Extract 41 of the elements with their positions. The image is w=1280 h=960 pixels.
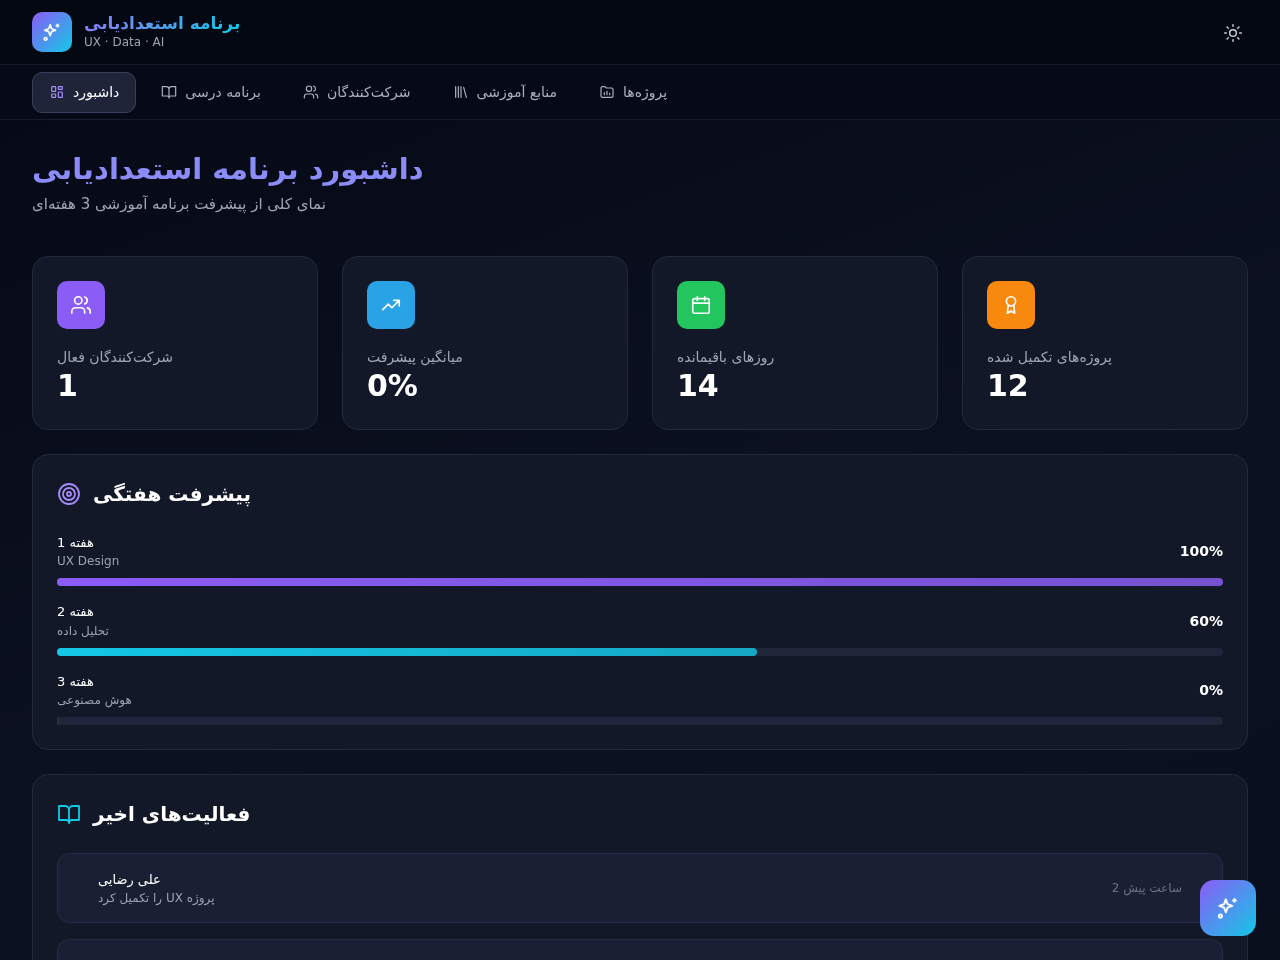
stat-value: 0% — [367, 367, 419, 404]
books-icon — [452, 84, 469, 100]
percent-label: 60% — [1189, 611, 1223, 631]
stat-label: پروژه‌های تکمیل شده — [987, 347, 1113, 368]
nav-tab[interactable]: منابع آموزشی — [435, 71, 575, 113]
week-label: هفته 2 — [57, 603, 95, 622]
stat-value: 12 — [987, 367, 1030, 404]
percent-label: 100% — [1179, 542, 1223, 562]
activity-name: علی رضایی — [98, 870, 162, 890]
week-label: هفته 1 — [57, 533, 95, 552]
stat-label: شرکت‌کنندگان فعال — [57, 347, 174, 368]
book-icon — [161, 84, 178, 100]
activity-time: 2 ساعت پیش — [1111, 880, 1182, 898]
week-subject: تحلیل داده — [57, 622, 109, 640]
assistant-button[interactable] — [1200, 880, 1256, 936]
percent-label: 0% — [1199, 681, 1223, 701]
folder-icon — [599, 84, 616, 100]
stat-label: روزهای باقیمانده — [677, 347, 776, 368]
nav-tab[interactable]: شرکت‌کنندگان — [285, 71, 428, 113]
section-title: پیشرفت هفتگی — [93, 480, 251, 509]
users-icon — [70, 293, 92, 316]
activity-text: پروژه UX را تکمیل کرد — [98, 890, 215, 908]
logo-icon — [32, 12, 72, 52]
section-title: فعالیت‌های اخیر — [93, 801, 251, 829]
app-subtitle: UX · Data · AI — [84, 34, 166, 52]
stat-value: 1 — [57, 367, 79, 404]
stat-value: 14 — [677, 367, 720, 404]
week-subject: UX Design — [57, 553, 120, 571]
grid-icon — [49, 84, 65, 100]
page-title: داشبورد برنامه استعدادیابی — [32, 152, 425, 187]
page-subtitle: نمای کلی از پیشرفت برنامه آموزشی 3 هفته‌ای — [32, 193, 326, 216]
nav-tab[interactable]: داشبورد — [32, 71, 137, 113]
week-label: هفته 3 — [57, 672, 95, 691]
calendar-icon — [690, 293, 712, 316]
users-icon — [302, 84, 319, 100]
book-icon — [57, 802, 81, 827]
stat-label: میانگین پیشرفت — [367, 347, 464, 368]
week-subject: هوش مصنوعی — [57, 692, 132, 710]
nav-tab[interactable]: پروژه‌ها — [582, 71, 685, 113]
target-icon — [57, 481, 81, 506]
nav-tab[interactable]: برنامه درسی — [144, 71, 278, 113]
